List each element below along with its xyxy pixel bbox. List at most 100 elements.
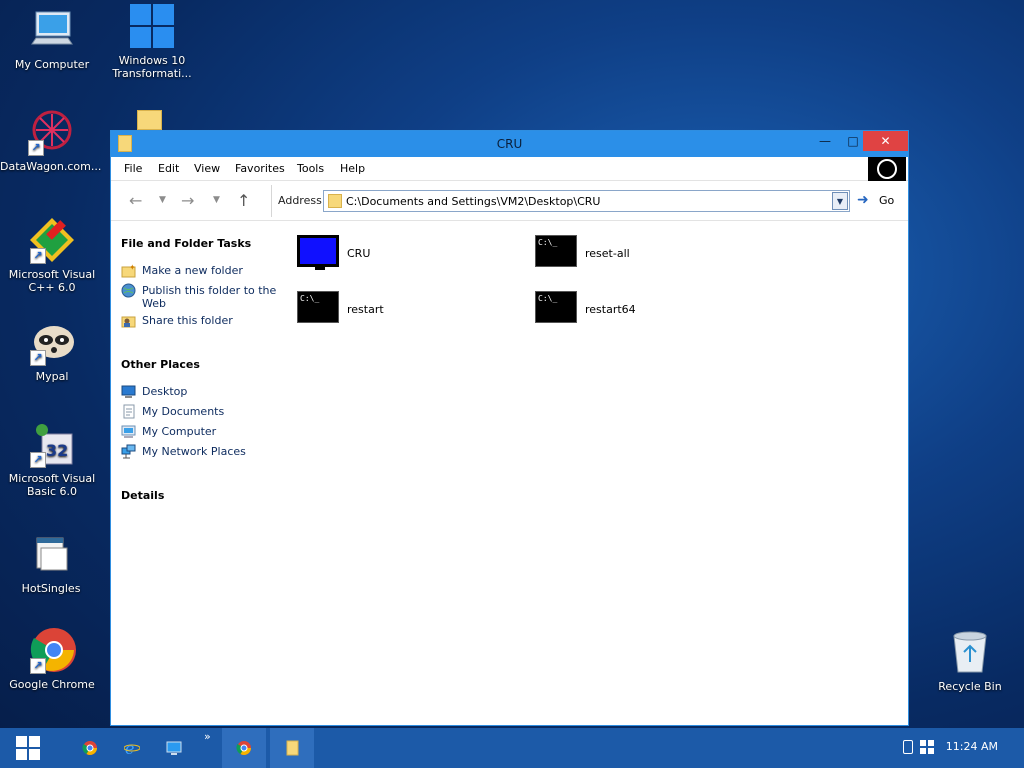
visual-basic-icon: 32 ↗ xyxy=(28,420,76,468)
taskbar-chrome-window[interactable] xyxy=(222,728,266,768)
start-button[interactable] xyxy=(6,728,50,768)
desktop-icon-mypal[interactable]: ↗ Mypal xyxy=(2,318,102,383)
file-item-restart64[interactable]: C:\_ restart64 xyxy=(527,285,747,329)
desktop-icon xyxy=(166,740,182,756)
file-name: restart xyxy=(347,303,384,316)
visual-cpp-icon: ↗ xyxy=(28,216,76,264)
back-arrow-icon[interactable]: ← xyxy=(129,191,142,210)
desktop-icon-label: Google Chrome xyxy=(9,678,95,691)
new-folder-icon: ✦ xyxy=(121,263,136,278)
svg-text:✦: ✦ xyxy=(129,263,136,272)
taskbar: e » 11:24 AM xyxy=(0,728,1024,768)
menu-tools[interactable]: Tools xyxy=(297,162,324,175)
svg-text:e: e xyxy=(125,740,134,756)
share-folder-icon xyxy=(121,313,136,328)
chrome-icon xyxy=(82,740,98,756)
desktop-icon-label: Microsoft Visual C++ 6.0 xyxy=(8,268,96,294)
taskbar-explorer-window[interactable] xyxy=(270,728,314,768)
file-name: restart64 xyxy=(585,303,636,316)
desktop-icon-google-chrome[interactable]: ↗ Google Chrome xyxy=(2,626,102,691)
desktop-icon-datawagon[interactable]: ↗ DataWagon.com... xyxy=(0,108,102,173)
hotsingles-icon xyxy=(27,530,75,578)
task-pane: File and Folder Tasks ✦ Make a new folde… xyxy=(115,223,287,723)
cmd-icon: C:\_ xyxy=(535,235,577,267)
monitor-stand xyxy=(315,267,325,270)
go-arrow-icon[interactable]: ➜ xyxy=(857,192,869,208)
computer-icon xyxy=(121,424,136,439)
chrome-icon xyxy=(236,740,252,756)
internet-explorer-icon: e xyxy=(123,739,141,758)
minimize-button[interactable]: — xyxy=(811,131,839,151)
documents-icon xyxy=(121,404,136,419)
address-input[interactable]: C:\Documents and Settings\VM2\Desktop\CR… xyxy=(346,195,601,208)
title-bar[interactable]: CRU — □ ✕ xyxy=(111,131,908,157)
file-list: CRU C:\_ reset-all C:\_ restart C:\_ res… xyxy=(289,223,908,725)
cmd-icon: C:\_ xyxy=(297,291,339,323)
desktop-icon xyxy=(121,384,136,399)
network-icon xyxy=(121,444,136,459)
explorer-window: CRU — □ ✕ File Edit View Favorites Tools… xyxy=(110,130,909,726)
chrome-icon: ↗ xyxy=(28,626,76,674)
close-button[interactable]: ✕ xyxy=(863,131,908,151)
details-heading[interactable]: Details xyxy=(121,489,164,502)
desktop-icon-my-computer[interactable]: My Computer xyxy=(2,6,102,71)
address-bar[interactable]: C:\Documents and Settings\VM2\Desktop\CR… xyxy=(323,190,850,212)
other-places-heading[interactable]: Other Places xyxy=(121,358,200,371)
recycle-bin-icon xyxy=(946,628,994,676)
toolbar-separator xyxy=(271,185,272,217)
file-item-restart[interactable]: C:\_ restart xyxy=(289,285,509,329)
windows-logo-icon xyxy=(128,2,176,50)
computer-icon xyxy=(28,6,76,54)
forward-dropdown-icon[interactable]: ▼ xyxy=(213,195,220,205)
go-button[interactable]: Go xyxy=(879,194,894,207)
desktop-icon-label: Windows 10 Transformati... xyxy=(112,54,192,80)
usb-tray-icon[interactable] xyxy=(903,740,913,754)
taskbar-desktop-pinned[interactable] xyxy=(152,728,196,768)
menu-bar: File Edit View Favorites Tools Help xyxy=(111,157,908,181)
menu-file[interactable]: File xyxy=(124,162,142,175)
desktop-icon-visual-basic[interactable]: 32 ↗ Microsoft Visual Basic 6.0 xyxy=(2,420,102,498)
desktop-icon-label: My Computer xyxy=(14,58,90,71)
folder-icon xyxy=(328,194,342,208)
menu-help[interactable]: Help xyxy=(340,162,365,175)
address-dropdown-button[interactable]: ▼ xyxy=(832,192,848,210)
raccoon-icon: ↗ xyxy=(28,318,76,366)
taskbar-clock[interactable]: 11:24 AM xyxy=(946,740,998,753)
desktop-folder-icon[interactable] xyxy=(137,110,162,130)
file-folder-tasks-heading[interactable]: File and Folder Tasks xyxy=(121,237,251,250)
desktop-icon-label: HotSingles xyxy=(21,582,81,595)
menu-view[interactable]: View xyxy=(194,162,220,175)
desktop-icon-visual-cpp[interactable]: ↗ Microsoft Visual C++ 6.0 xyxy=(2,216,102,294)
cmd-icon: C:\_ xyxy=(535,291,577,323)
network-tray-icon[interactable] xyxy=(919,739,935,755)
menu-favorites[interactable]: Favorites xyxy=(235,162,285,175)
datawagon-icon: ↗ xyxy=(26,108,74,156)
back-dropdown-icon[interactable]: ▼ xyxy=(159,195,166,205)
taskbar-ie-pinned[interactable]: e xyxy=(110,728,154,768)
taskbar-chrome-pinned[interactable] xyxy=(68,728,112,768)
menu-edit[interactable]: Edit xyxy=(158,162,179,175)
desktop-icon-label: DataWagon.com... xyxy=(0,160,102,173)
address-label: Address xyxy=(278,194,322,207)
desktop-icon-recycle-bin[interactable]: Recycle Bin xyxy=(920,628,1020,693)
shortcut-arrow-icon: ↗ xyxy=(30,452,46,468)
taskbar-overflow-icon[interactable]: » xyxy=(204,730,211,743)
file-item-cru[interactable]: CRU xyxy=(289,229,509,273)
file-item-reset-all[interactable]: C:\_ reset-all xyxy=(527,229,747,273)
shortcut-arrow-icon: ↗ xyxy=(30,658,46,674)
forward-arrow-icon[interactable]: → xyxy=(181,191,194,210)
window-title: CRU xyxy=(496,137,523,151)
monitor-icon xyxy=(297,235,339,267)
svg-text:32: 32 xyxy=(46,441,68,460)
file-name: reset-all xyxy=(585,247,630,260)
folder-icon xyxy=(284,740,300,756)
desktop-icon-label: Microsoft Visual Basic 6.0 xyxy=(8,472,96,498)
throbber-logo-icon xyxy=(868,157,906,181)
file-name: CRU xyxy=(347,247,371,260)
up-arrow-icon[interactable]: ↑ xyxy=(237,191,250,210)
desktop-icon-windows10[interactable]: Windows 10 Transformati... xyxy=(102,2,202,80)
shortcut-arrow-icon: ↗ xyxy=(30,248,46,264)
shortcut-arrow-icon: ↗ xyxy=(30,350,46,366)
shortcut-arrow-icon: ↗ xyxy=(28,140,44,156)
desktop-icon-hotsingles[interactable]: HotSingles xyxy=(1,530,101,595)
